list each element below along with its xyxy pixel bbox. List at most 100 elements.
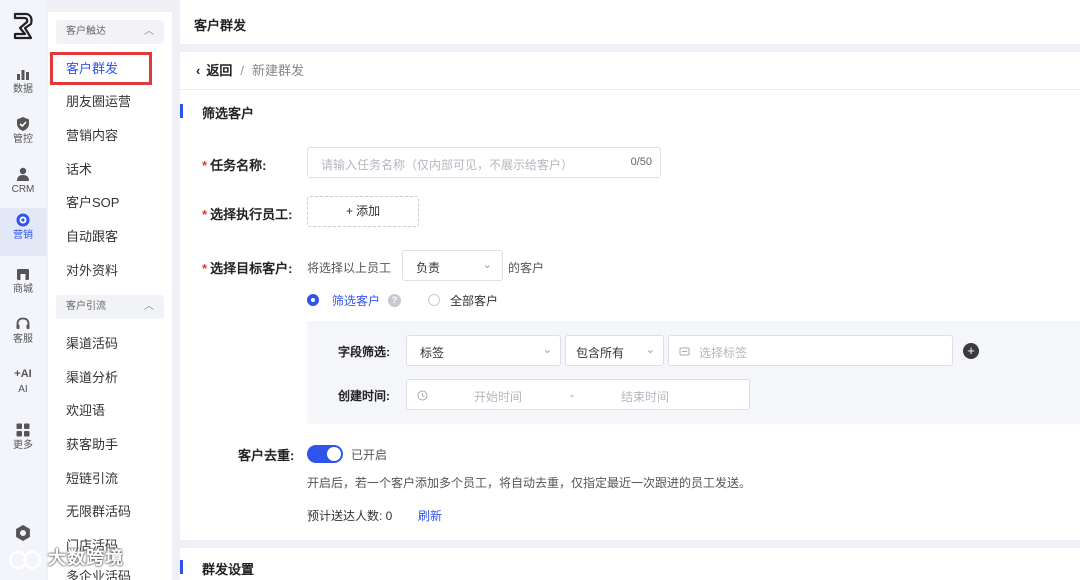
rail-label: 更多 <box>13 440 33 451</box>
page-header: 客户群发 <box>180 0 1080 44</box>
rail-label: 管控 <box>13 134 33 145</box>
staff-label: * 选择执行员工: <box>202 207 293 222</box>
menu-item-welcome[interactable]: 欢迎语 <box>66 402 105 420</box>
divider <box>180 89 1080 90</box>
add-filter-icon[interactable]: + <box>963 343 979 359</box>
range-separator: - <box>570 388 574 402</box>
menu-item-external-info[interactable]: 对外资料 <box>66 262 118 280</box>
shield-check-icon <box>17 117 29 131</box>
rail-item-data[interactable]: 数据 <box>0 62 46 110</box>
section-title-settings: 群发设置 <box>202 562 255 577</box>
char-counter: 0/50 <box>630 156 652 168</box>
settings-panel: 群发设置 <box>180 548 1080 580</box>
rail-label: 商城 <box>13 284 33 295</box>
breadcrumb-current: 新建群发 <box>251 63 304 78</box>
radio-filter-customers[interactable] <box>307 294 319 306</box>
rail-label: 客服 <box>13 334 33 345</box>
menu-item-scripts[interactable]: 话术 <box>66 161 92 179</box>
rail-item-ai[interactable]: +AI AI <box>0 362 46 410</box>
field-select[interactable]: 标签 ⌄ <box>406 335 561 366</box>
radio-all-customers[interactable] <box>428 294 440 306</box>
chevron-up-icon: ︿ <box>144 301 154 312</box>
field-filter-label: 字段筛选: <box>338 345 390 359</box>
dedupe-toggle[interactable] <box>307 445 343 463</box>
chevron-down-icon: ⌄ <box>482 259 492 271</box>
section-marker <box>180 104 183 118</box>
shop-icon <box>17 269 29 280</box>
menu-item-sop[interactable]: 客户SOP <box>66 194 119 212</box>
toggle-knob <box>327 447 341 461</box>
target-prefix: 将选择以上员工 <box>307 261 392 275</box>
dedupe-state: 已开启 <box>351 448 388 462</box>
rail-item-control[interactable]: 管控 <box>0 112 46 160</box>
date-range-picker[interactable]: 开始时间 - 结束时间 <box>406 379 750 410</box>
end-time-placeholder: 结束时间 <box>621 390 670 404</box>
start-time-placeholder: 开始时间 <box>474 390 523 404</box>
rail-label: CRM <box>11 184 35 195</box>
section-marker <box>180 560 183 574</box>
radio-filter-label: 筛选客户 <box>332 294 381 308</box>
chevron-down-icon: ⌄ <box>645 344 655 356</box>
section-title-filter: 筛选客户 <box>202 106 255 121</box>
refresh-link[interactable]: 刷新 <box>418 507 442 524</box>
match-select-value: 包含所有 <box>576 346 625 360</box>
group-header-traffic[interactable]: 客户引流 ︿ <box>56 295 164 319</box>
menu-item-acquisition[interactable]: 获客助手 <box>66 436 118 454</box>
help-icon[interactable]: ? <box>388 294 401 307</box>
menu-item-channel-code[interactable]: 渠道活码 <box>66 335 118 353</box>
grid-icon <box>16 423 30 437</box>
menu-item-group-code[interactable]: 无限群活码 <box>66 503 131 521</box>
tag-select[interactable]: 选择标签 <box>668 335 953 366</box>
add-staff-button[interactable]: + 添加 <box>307 196 419 227</box>
highlight-box <box>50 52 152 85</box>
menu-item-moments[interactable]: 朋友圈运营 <box>66 93 131 111</box>
match-select[interactable]: 包含所有 ⌄ <box>565 335 664 366</box>
estimate-count: 预计送达人数: 0 <box>307 509 393 523</box>
dedupe-label: 客户去重: <box>238 448 295 463</box>
rail-item-shop[interactable]: 商城 <box>0 262 46 310</box>
breadcrumb: ‹ 返回 / 新建群发 <box>196 62 304 80</box>
icon-rail: 数据 管控 CRM 营销 商城 客服 +AI AI 更多 <box>0 0 46 580</box>
rail-label: AI <box>18 384 28 395</box>
rail-label: 营销 <box>13 230 33 241</box>
sub-menu: 客户触达 ︿ 客户群发 朋友圈运营 营销内容 话术 客户SOP 自动跟客 对外资… <box>48 12 172 580</box>
headset-icon <box>16 317 30 329</box>
clock-icon <box>417 390 428 401</box>
tag-icon <box>679 347 690 356</box>
task-name-input[interactable]: 请输入任务名称（仅内部可见，不展示给客户） 0/50 <box>307 147 661 178</box>
tag-placeholder: 选择标签 <box>699 346 748 360</box>
watermark-logo-icon <box>8 550 42 570</box>
group-label: 客户触达 <box>66 26 106 37</box>
target-suffix: 的客户 <box>508 261 545 275</box>
group-header-reach[interactable]: 客户触达 ︿ <box>56 20 164 44</box>
watermark-text: 大数跨境 <box>48 548 124 568</box>
filter-panel: 字段筛选: 标签 ⌄ 包含所有 ⌄ 选择标签 + 创建时间: 开始时间 - 结束… <box>307 321 1080 424</box>
rail-item-service[interactable]: 客服 <box>0 312 46 360</box>
menu-item-short-link[interactable]: 短链引流 <box>66 470 118 488</box>
horse-logo-icon[interactable] <box>9 10 37 42</box>
group-label: 客户引流 <box>66 301 106 312</box>
back-link[interactable]: 返回 <box>206 63 232 78</box>
target-select[interactable]: 负责 ⌄ <box>402 250 503 281</box>
task-name-label: * 任务名称: <box>202 158 267 173</box>
main-panel: ‹ 返回 / 新建群发 筛选客户 * 任务名称: 请输入任务名称（仅内部可见，不展示给客… <box>180 52 1080 540</box>
radio-all-label: 全部客户 <box>450 294 499 308</box>
menu-item-marketing-content[interactable]: 营销内容 <box>66 127 118 145</box>
breadcrumb-separator: / <box>240 63 244 78</box>
rail-item-more[interactable]: 更多 <box>0 418 46 466</box>
rail-item-marketing[interactable]: 营销 <box>0 208 46 256</box>
target-select-value: 负责 <box>416 261 441 275</box>
watermark: 大数跨境 <box>0 540 180 580</box>
chevron-down-icon: ⌄ <box>542 344 552 356</box>
menu-item-auto-follow[interactable]: 自动跟客 <box>66 228 118 246</box>
ai-sparkle-icon: +AI <box>14 368 32 380</box>
chevron-left-icon[interactable]: ‹ <box>196 63 200 78</box>
menu-item-channel-analysis[interactable]: 渠道分析 <box>66 369 118 387</box>
dedupe-description: 开启后，若一个客户添加多个员工，将自动去重，仅指定最近一次跟进的员工发送。 <box>307 476 752 490</box>
task-name-placeholder: 请输入任务名称（仅内部可见，不展示给客户） <box>321 158 574 172</box>
rail-item-crm[interactable]: CRM <box>0 162 46 210</box>
created-time-label: 创建时间: <box>338 389 390 403</box>
user-icon <box>17 167 29 181</box>
page-title: 客户群发 <box>194 18 247 33</box>
bar-chart-icon <box>17 70 29 80</box>
